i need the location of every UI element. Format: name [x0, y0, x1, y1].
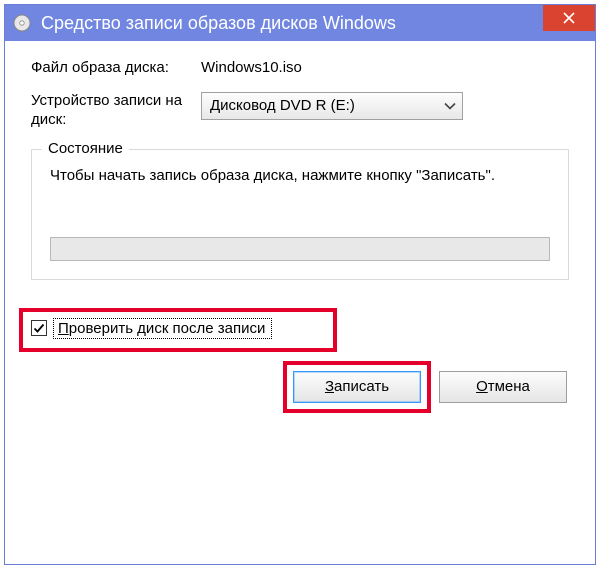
verify-label[interactable]: Проверить диск после записи	[53, 318, 272, 339]
status-fieldset: Состояние Чтобы начать запись образа дис…	[31, 149, 569, 279]
chevron-down-icon	[444, 97, 456, 114]
image-file-label: Файл образа диска:	[31, 59, 201, 78]
content-area: Файл образа диска: Windows10.iso Устройс…	[5, 41, 595, 413]
status-legend: Состояние	[42, 140, 129, 157]
status-text: Чтобы начать запись образа диска, нажмит…	[50, 166, 550, 186]
close-icon	[563, 12, 575, 24]
image-file-value: Windows10.iso	[201, 59, 569, 76]
verify-row: Проверить диск после записи	[31, 318, 569, 339]
verify-checkbox[interactable]	[31, 320, 47, 336]
burner-row: Устройство записи на диск: Дисковод DVD …	[31, 92, 569, 130]
button-row: Записать Отмена	[31, 371, 569, 403]
cancel-button[interactable]: Отмена	[439, 371, 567, 403]
image-file-row: Файл образа диска: Windows10.iso	[31, 59, 569, 78]
disc-burner-window: Средство записи образов дисков Windows Ф…	[4, 4, 596, 565]
progress-bar	[50, 237, 550, 261]
burner-dropdown[interactable]: Дисковод DVD R (E:)	[201, 92, 463, 120]
burner-dropdown-value: Дисковод DVD R (E:)	[210, 97, 355, 114]
burn-button[interactable]: Записать	[293, 371, 421, 403]
checkmark-icon	[33, 322, 45, 334]
titlebar: Средство записи образов дисков Windows	[5, 5, 595, 41]
burner-label: Устройство записи на диск:	[31, 92, 201, 130]
disc-icon	[13, 14, 31, 32]
close-button[interactable]	[543, 5, 595, 31]
window-title: Средство записи образов дисков Windows	[41, 13, 396, 34]
